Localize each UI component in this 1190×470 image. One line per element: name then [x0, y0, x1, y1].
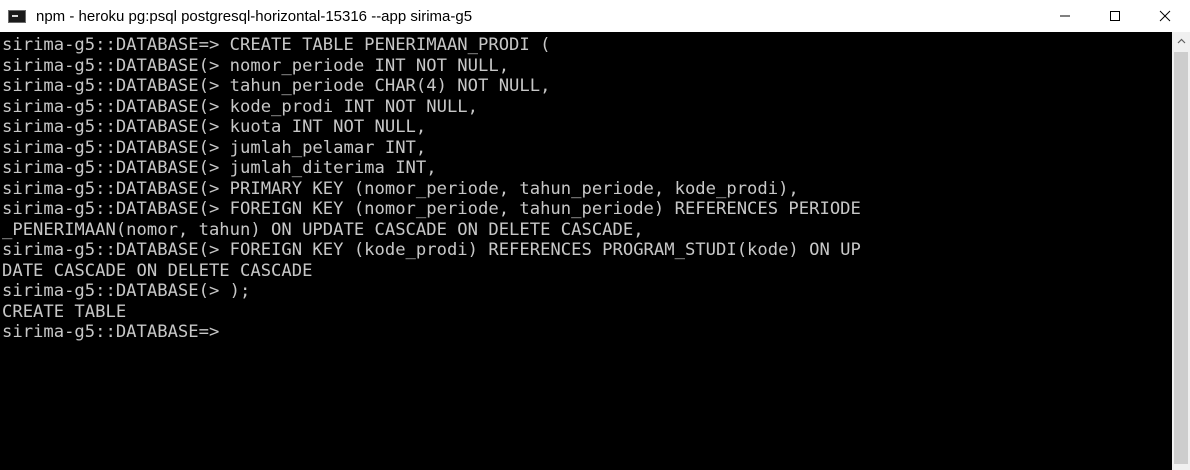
window-controls — [1040, 0, 1190, 32]
console-line: sirima-g5::DATABASE(> kuota INT NOT NULL… — [2, 117, 427, 137]
close-button[interactable] — [1140, 0, 1190, 32]
console-line: sirima-g5::DATABASE(> tahun_periode CHAR… — [2, 76, 551, 96]
maximize-icon — [1110, 11, 1120, 21]
scroll-up-arrow-icon — [1177, 38, 1185, 44]
maximize-button[interactable] — [1090, 0, 1140, 32]
console-line: sirima-g5::DATABASE(> PRIMARY KEY (nomor… — [2, 178, 799, 199]
console-line: CREATE TABLE — [2, 301, 127, 322]
title-bar[interactable]: npm - heroku pg:psql postgresql-horizont… — [0, 0, 1190, 32]
console-line: sirima-g5::DATABASE(> FOREIGN KEY (nomor… — [2, 199, 861, 219]
console-window: npm - heroku pg:psql postgresql-horizont… — [0, 0, 1190, 470]
vertical-scrollbar[interactable] — [1172, 32, 1190, 470]
scroll-up-button[interactable] — [1172, 32, 1190, 50]
console-line: sirima-g5::DATABASE=> CREATE TABLE PENER… — [2, 35, 551, 55]
console-output[interactable]: sirima-g5::DATABASE=> CREATE TABLE PENER… — [0, 32, 1172, 470]
console-prompt-line: sirima-g5::DATABASE=> — [2, 322, 220, 342]
console-line: sirima-g5::DATABASE(> jumlah_diterima IN… — [2, 158, 437, 178]
scrollbar-thumb[interactable] — [1174, 52, 1188, 464]
window-title: npm - heroku pg:psql postgresql-horizont… — [36, 7, 473, 25]
minimize-button[interactable] — [1040, 0, 1090, 32]
console-app-icon[interactable] — [8, 9, 26, 23]
console-line: DATE CASCADE ON DELETE CASCADE — [2, 260, 313, 281]
console-line: _PENERIMAAN(nomor, tahun) ON UPDATE CASC… — [2, 219, 644, 240]
close-icon — [1159, 10, 1171, 22]
minimize-icon — [1060, 15, 1070, 17]
console-line: sirima-g5::DATABASE(> FOREIGN KEY (kode_… — [2, 240, 861, 260]
console-line: sirima-g5::DATABASE(> jumlah_pelamar INT… — [2, 137, 427, 158]
console-line: sirima-g5::DATABASE(> ); — [2, 281, 251, 301]
console-line: sirima-g5::DATABASE(> kode_prodi INT NOT… — [2, 96, 478, 117]
console-line: sirima-g5::DATABASE(> nomor_periode INT … — [2, 55, 510, 76]
